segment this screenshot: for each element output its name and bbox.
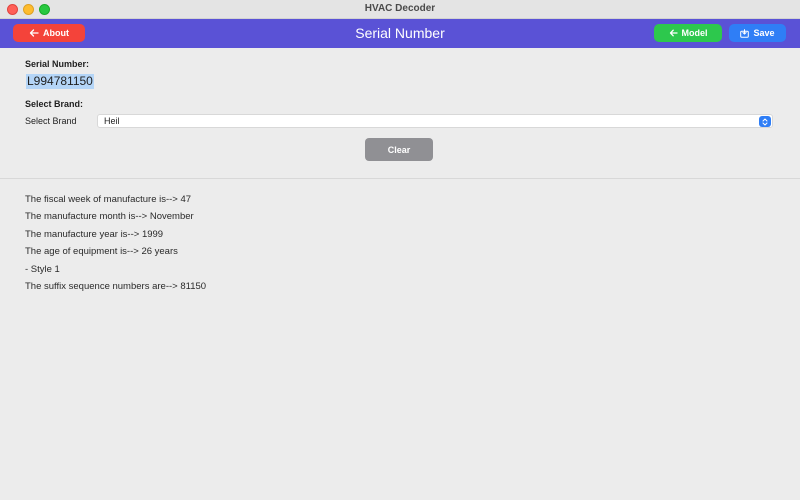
result-month: The manufacture month is--> November xyxy=(25,211,194,223)
app-window: HVAC Decoder About Serial Number Model S… xyxy=(0,0,800,500)
serial-number-input[interactable]: L994781150 xyxy=(26,74,94,89)
serial-number-label: Serial Number: xyxy=(25,59,90,69)
results-list: The fiscal week of manufacture is--> 47 … xyxy=(25,193,206,297)
model-button-label: Model xyxy=(681,28,708,38)
save-icon xyxy=(740,28,750,38)
save-button-label: Save xyxy=(753,28,775,38)
window-title: HVAC Decoder xyxy=(364,3,436,14)
divider xyxy=(0,178,800,179)
brand-select[interactable]: Heil xyxy=(97,114,773,128)
result-age: The age of equipment is--> 26 years xyxy=(25,246,178,258)
result-fiscal-week: The fiscal week of manufacture is--> 47 xyxy=(25,194,192,205)
brand-select-label: Select Brand xyxy=(25,116,77,126)
arrow-left-icon xyxy=(669,29,678,37)
result-suffix: The suffix sequence numbers are--> 81150 xyxy=(25,280,207,292)
title-bar: HVAC Decoder xyxy=(0,0,800,19)
model-button[interactable]: Model xyxy=(654,24,722,42)
chevron-updown-icon xyxy=(759,116,771,127)
brand-select-value: Heil xyxy=(104,116,120,126)
result-style: - Style 1 xyxy=(25,263,60,275)
header-bar: About Serial Number Model Save xyxy=(0,19,800,48)
select-brand-heading: Select Brand: xyxy=(25,99,84,109)
clear-button[interactable]: Clear xyxy=(365,138,433,161)
save-button[interactable]: Save xyxy=(729,24,786,42)
result-year: The manufacture year is--> 1999 xyxy=(25,228,164,240)
